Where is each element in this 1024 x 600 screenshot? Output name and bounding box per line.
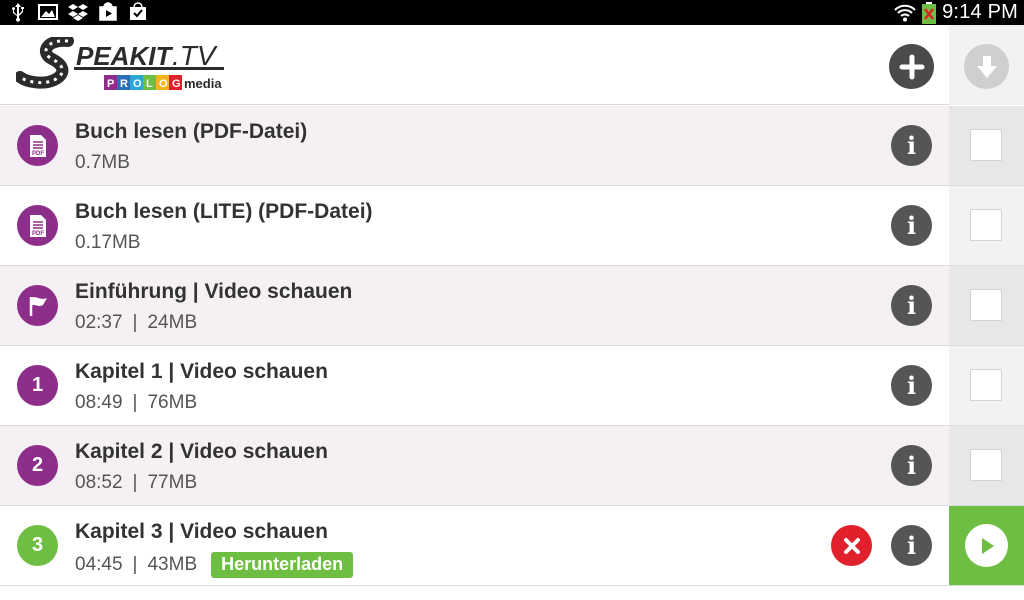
close-icon (843, 537, 860, 554)
clock: 9:14 PM (942, 1, 1018, 23)
status-bar-system: 9:14 PM (894, 0, 1018, 25)
svg-text:L: L (146, 78, 153, 90)
item-size: 76MB (147, 392, 198, 413)
svg-text:O: O (159, 78, 168, 90)
item-duration: 08:52 (75, 472, 123, 493)
item-meta: 08:52 | 77MB (75, 472, 197, 494)
item-title: Einführung | Video schauen (75, 280, 353, 303)
meta-separator: | (132, 392, 138, 413)
flag-icon (17, 285, 58, 326)
info-button[interactable]: i (891, 125, 932, 166)
meta-separator: | (132, 472, 138, 493)
pdf-file-icon: PDF (17, 125, 58, 166)
item-title: Kapitel 1 | Video schauen (75, 360, 328, 383)
download-arrow-icon (976, 55, 997, 78)
meta-separator: | (132, 312, 138, 333)
item-size: 43MB (147, 554, 198, 575)
svg-text:.TV: .TV (172, 40, 218, 71)
wifi-icon (894, 4, 916, 21)
item-duration: 04:45 (75, 554, 123, 575)
select-checkbox[interactable] (970, 129, 1002, 161)
item-meta: 0.17MB (75, 232, 140, 254)
list-item[interactable]: 2 Kapitel 2 | Video schauen 08:52 | 77MB… (0, 426, 1024, 506)
play-icon (981, 537, 994, 554)
item-duration: 08:49 (75, 392, 123, 413)
chapter-number-badge: 1 (17, 365, 58, 406)
item-meta: 08:49 | 76MB (75, 392, 197, 414)
list-item[interactable]: PDF Buch lesen (PDF-Datei) 0.7MB i (0, 106, 1024, 186)
select-checkbox[interactable] (970, 209, 1002, 241)
item-meta: 04:45 | 43MB Herunterladen (75, 552, 354, 578)
list-item[interactable]: 3 Kapitel 3 | Video schauen 04:45 | 43MB… (0, 506, 1024, 586)
item-title: Buch lesen (LITE) (PDF-Datei) (75, 200, 373, 223)
play-store-icon (99, 2, 117, 21)
info-icon: i (906, 451, 917, 480)
usb-icon (12, 3, 24, 22)
chapter-number-badge: 2 (17, 445, 58, 486)
info-button[interactable]: i (891, 205, 932, 246)
speakit-logo: PEAKIT .TV P R O L O G media (16, 37, 224, 91)
svg-text:G: G (172, 78, 181, 90)
download-list: PDF Buch lesen (PDF-Datei) 0.7MB i PDF B… (0, 106, 1024, 586)
select-checkbox[interactable] (970, 449, 1002, 481)
item-duration: 02:37 (75, 312, 123, 333)
status-bar-notifications (8, 2, 148, 22)
list-item[interactable]: PDF Buch lesen (LITE) (PDF-Datei) 0.17MB… (0, 186, 1024, 266)
download-status-badge: Herunterladen (211, 552, 354, 578)
select-checkbox[interactable] (970, 289, 1002, 321)
info-icon: i (906, 211, 917, 240)
shopping-bag-icon (130, 2, 146, 20)
item-meta: 02:37 | 24MB (75, 312, 197, 334)
meta-separator: | (132, 554, 138, 575)
info-button[interactable]: i (891, 525, 932, 566)
info-icon: i (906, 371, 917, 400)
app-header: PEAKIT .TV P R O L O G media (0, 25, 1024, 105)
svg-text:R: R (120, 78, 128, 90)
item-meta: 0.7MB (75, 152, 130, 174)
svg-text:O: O (133, 78, 142, 90)
list-item[interactable]: Einführung | Video schauen 02:37 | 24MB … (0, 266, 1024, 346)
image-icon (38, 4, 58, 20)
chapter-number-badge: 3 (17, 525, 58, 566)
dropbox-icon (68, 4, 88, 21)
info-button[interactable]: i (891, 285, 932, 326)
item-title: Buch lesen (PDF-Datei) (75, 120, 308, 143)
list-item[interactable]: 1 Kapitel 1 | Video schauen 08:49 | 76MB… (0, 346, 1024, 426)
svg-text:PEAKIT: PEAKIT (76, 41, 173, 71)
svg-text:PDF: PDF (32, 151, 44, 157)
pdf-file-icon: PDF (17, 205, 58, 246)
cancel-download-button[interactable] (831, 525, 872, 566)
info-button[interactable]: i (891, 365, 932, 406)
item-size: 0.17MB (75, 232, 141, 253)
info-icon: i (906, 291, 917, 320)
download-button[interactable] (964, 44, 1009, 89)
info-icon: i (906, 131, 917, 160)
plus-icon (899, 54, 924, 79)
item-title: Kapitel 2 | Video schauen (75, 440, 328, 463)
info-button[interactable]: i (891, 445, 932, 486)
battery-charging-icon (922, 1, 937, 24)
play-button[interactable] (965, 524, 1008, 567)
add-button[interactable] (889, 44, 934, 89)
item-title: Kapitel 3 | Video schauen (75, 520, 328, 543)
svg-text:P: P (107, 78, 114, 90)
item-size: 24MB (147, 312, 198, 333)
svg-text:media: media (184, 76, 222, 91)
item-size: 77MB (147, 472, 198, 493)
info-icon: i (906, 531, 917, 560)
svg-text:PDF: PDF (32, 231, 44, 237)
item-size: 0.7MB (75, 152, 130, 173)
status-bar: 9:14 PM (0, 0, 1024, 25)
select-checkbox[interactable] (970, 369, 1002, 401)
